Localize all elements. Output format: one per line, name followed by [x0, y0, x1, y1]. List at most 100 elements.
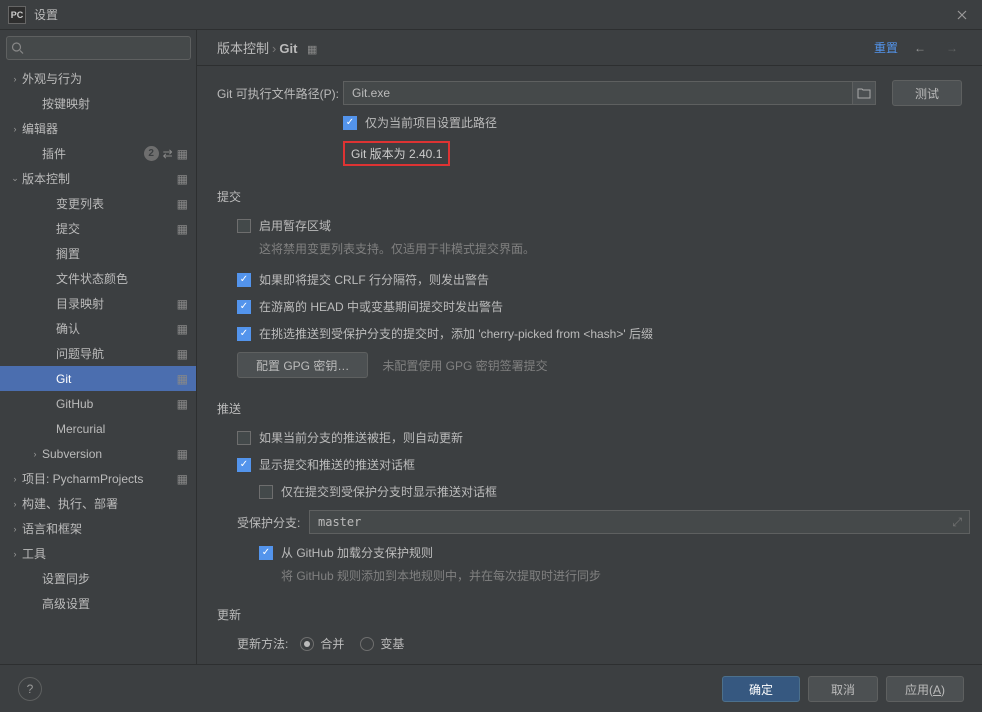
sidebar-item-GitHub[interactable]: GitHub▦ [0, 391, 196, 416]
detached-label: 在游离的 HEAD 中或变基期间提交时发出警告 [259, 298, 503, 315]
reset-link[interactable]: 重置 [874, 39, 898, 56]
git-path-label: Git 可执行文件路径(P): [217, 85, 343, 102]
protected-branches-input[interactable] [309, 510, 970, 534]
gpg-button[interactable]: 配置 GPG 密钥… [237, 352, 368, 378]
update-method-label: 更新方法: [237, 635, 288, 652]
breadcrumb-part: Git [279, 41, 297, 56]
sidebar-item-外观与行为[interactable]: ›外观与行为 [0, 66, 196, 91]
search-icon [11, 42, 24, 55]
gear-icon: ▦ [177, 472, 188, 486]
gear-icon: ▦ [177, 172, 188, 186]
auto-update-checkbox[interactable] [237, 431, 251, 445]
forward-icon[interactable]: → [942, 37, 962, 59]
sidebar-item-Mercurial[interactable]: Mercurial [0, 416, 196, 441]
detached-checkbox[interactable] [237, 300, 251, 314]
sidebar-item-label: 按键映射 [42, 95, 188, 112]
sidebar-item-label: 外观与行为 [22, 70, 188, 87]
app-icon: PC [8, 6, 26, 24]
gpg-desc: 未配置使用 GPG 密钥签署提交 [382, 357, 547, 374]
sidebar-item-语言和框架[interactable]: ›语言和框架 [0, 516, 196, 541]
sidebar-item-提交[interactable]: 提交▦ [0, 216, 196, 241]
github-rules-desc: 将 GitHub 规则添加到本地规则中，并在每次提取时进行同步 [281, 567, 962, 584]
sidebar-item-确认[interactable]: 确认▦ [0, 316, 196, 341]
merge-label: 合并 [320, 635, 344, 652]
test-button[interactable]: 测试 [892, 80, 962, 106]
merge-radio[interactable] [300, 637, 314, 651]
sidebar-item-项目: PycharmProjects[interactable]: ›项目: PycharmProjects▦ [0, 466, 196, 491]
sidebar-item-高级设置[interactable]: 高级设置 [0, 591, 196, 616]
tree-arrow-icon: › [8, 524, 22, 534]
gear-icon: ▦ [177, 197, 188, 211]
sidebar-item-label: 构建、执行、部署 [22, 495, 188, 512]
sidebar-item-搁置[interactable]: 搁置 [0, 241, 196, 266]
cherry-checkbox[interactable] [237, 327, 251, 341]
sidebar-item-编辑器[interactable]: ›编辑器 [0, 116, 196, 141]
sidebar-item-label: 插件 [42, 145, 140, 162]
enable-staging-label: 启用暂存区域 [259, 217, 331, 234]
staging-desc: 这将禁用变更列表支持。仅适用于非模式提交界面。 [259, 240, 962, 257]
sidebar-item-按键映射[interactable]: 按键映射 [0, 91, 196, 116]
rebase-label: 变基 [380, 635, 404, 652]
back-icon[interactable]: ← [910, 37, 930, 59]
gear-icon: ▦ [177, 297, 188, 311]
crlf-checkbox[interactable] [237, 273, 251, 287]
sidebar-item-插件[interactable]: 插件2⇄▦ [0, 141, 196, 166]
apply-button[interactable]: 应用(A) [886, 676, 964, 702]
sidebar-item-label: 提交 [56, 220, 177, 237]
sidebar-item-设置同步[interactable]: 设置同步 [0, 566, 196, 591]
sidebar-item-label: Subversion [42, 447, 177, 461]
sidebar-item-label: 确认 [56, 320, 177, 337]
commit-section-title: 提交 [217, 188, 962, 205]
sidebar-item-label: 问题导航 [56, 345, 177, 362]
sidebar-item-文件状态颜色[interactable]: 文件状态颜色 [0, 266, 196, 291]
close-icon[interactable] [942, 0, 982, 30]
sidebar-item-label: 目录映射 [56, 295, 177, 312]
only-protected-label: 仅在提交到受保护分支时显示推送对话框 [281, 483, 497, 500]
tree-arrow-icon: › [8, 474, 22, 484]
sidebar-item-构建、执行、部署[interactable]: ›构建、执行、部署 [0, 491, 196, 516]
sidebar-item-工具[interactable]: ›工具 [0, 541, 196, 566]
expand-icon[interactable]: ⤢ [952, 515, 962, 530]
sidebar-item-Subversion[interactable]: ›Subversion▦ [0, 441, 196, 466]
git-path-input[interactable] [343, 81, 853, 105]
gear-icon: ▦ [307, 44, 317, 56]
sidebar-item-问题导航[interactable]: 问题导航▦ [0, 341, 196, 366]
gear-icon: ▦ [177, 397, 188, 411]
show-dialog-checkbox[interactable] [237, 458, 251, 472]
settings-tree: ›外观与行为按键映射›编辑器插件2⇄▦⌄版本控制▦变更列表▦提交▦搁置文件状态颜… [0, 66, 196, 664]
only-project-checkbox[interactable] [343, 116, 357, 130]
browse-folder-icon[interactable] [852, 81, 876, 105]
gear-icon: ▦ [177, 222, 188, 236]
git-version-text: Git 版本为 2.40.1 [343, 141, 450, 166]
tree-arrow-icon: ⌄ [8, 173, 22, 184]
breadcrumb: 版本控制›Git ▦ [217, 38, 317, 57]
rebase-radio[interactable] [360, 637, 374, 651]
enable-staging-checkbox[interactable] [237, 219, 251, 233]
sidebar-item-Git[interactable]: Git▦ [0, 366, 196, 391]
ok-button[interactable]: 确定 [722, 676, 800, 702]
sidebar-item-label: 文件状态颜色 [56, 270, 188, 287]
only-project-label: 仅为当前项目设置此路径 [365, 114, 497, 131]
gear-icon: ▦ [177, 347, 188, 361]
github-rules-label: 从 GitHub 加载分支保护规则 [281, 544, 433, 561]
sidebar-item-label: 项目: PycharmProjects [22, 470, 177, 487]
sidebar: ›外观与行为按键映射›编辑器插件2⇄▦⌄版本控制▦变更列表▦提交▦搁置文件状态颜… [0, 30, 197, 664]
sidebar-item-目录映射[interactable]: 目录映射▦ [0, 291, 196, 316]
sidebar-item-label: 设置同步 [42, 570, 188, 587]
tree-arrow-icon: › [8, 124, 22, 134]
gear-icon: ▦ [177, 447, 188, 461]
only-protected-checkbox[interactable] [259, 485, 273, 499]
tree-arrow-icon: › [8, 499, 22, 509]
cancel-button[interactable]: 取消 [808, 676, 878, 702]
help-button[interactable]: ? [18, 677, 42, 701]
sidebar-item-label: 工具 [22, 545, 188, 562]
sidebar-item-label: Mercurial [56, 422, 188, 436]
sidebar-item-变更列表[interactable]: 变更列表▦ [0, 191, 196, 216]
sidebar-item-label: 变更列表 [56, 195, 177, 212]
tree-arrow-icon: › [8, 74, 22, 84]
search-input[interactable] [6, 36, 191, 60]
sidebar-item-版本控制[interactable]: ⌄版本控制▦ [0, 166, 196, 191]
github-rules-checkbox[interactable] [259, 546, 273, 560]
breadcrumb-part[interactable]: 版本控制 [217, 41, 269, 56]
gear-icon: ▦ [177, 372, 188, 386]
